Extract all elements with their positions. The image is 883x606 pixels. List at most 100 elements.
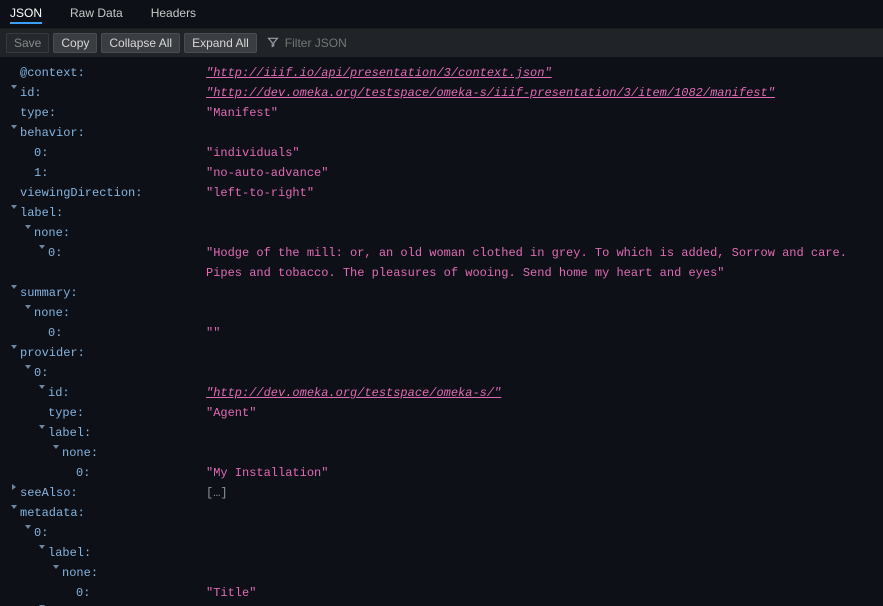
- json-row[interactable]: 0:"Title": [8, 583, 875, 603]
- expand-all-button[interactable]: Expand All: [184, 33, 257, 53]
- json-row[interactable]: 0:"": [8, 323, 875, 343]
- json-key: 1: [34, 163, 41, 183]
- json-row[interactable]: @context: "http://iiif.io/api/presentatio…: [8, 63, 875, 83]
- json-row[interactable]: provider:: [8, 343, 875, 363]
- json-row[interactable]: id: "http://dev.omeka.org/testspace/omeka…: [8, 383, 875, 403]
- json-value: "Hodge of the mill: or, an old woman clo…: [206, 243, 875, 283]
- json-value: "": [206, 323, 875, 343]
- chevron-down-icon[interactable]: [8, 203, 20, 211]
- collapse-all-button[interactable]: Collapse All: [101, 33, 180, 53]
- json-sep: :: [78, 63, 85, 83]
- json-sep: :: [77, 403, 84, 423]
- json-sep: :: [70, 483, 77, 503]
- filter-input[interactable]: [283, 35, 423, 51]
- json-row[interactable]: viewingDirection:"left-to-right": [8, 183, 875, 203]
- json-key: behavior: [20, 123, 78, 143]
- json-sep: :: [70, 283, 77, 303]
- json-row[interactable]: label:: [8, 543, 875, 563]
- json-sep: :: [78, 503, 85, 523]
- chevron-down-icon[interactable]: [50, 443, 62, 451]
- chevron-down-icon[interactable]: [50, 563, 62, 571]
- chevron-down-icon[interactable]: [8, 123, 20, 131]
- json-key: none: [34, 223, 63, 243]
- json-key: label: [20, 203, 56, 223]
- toolbar: Save Copy Collapse All Expand All: [0, 29, 883, 57]
- json-row[interactable]: behavior:: [8, 123, 875, 143]
- json-row[interactable]: 0: "Hodge of the mill: or, an old woman c…: [8, 243, 875, 283]
- json-key: label: [48, 543, 84, 563]
- json-row[interactable]: type:"Manifest": [8, 103, 875, 123]
- json-value: "My Installation": [206, 463, 875, 483]
- json-sep: :: [41, 363, 48, 383]
- json-sep: :: [55, 243, 62, 263]
- tab-json[interactable]: JSON: [10, 4, 42, 24]
- json-value: "http://iiif.io/api/presentation/3/conte…: [206, 63, 875, 83]
- json-row[interactable]: none:: [8, 303, 875, 323]
- json-key: viewingDirection: [20, 183, 135, 203]
- chevron-down-icon[interactable]: [22, 523, 34, 531]
- json-sep: :: [49, 103, 56, 123]
- chevron-down-icon[interactable]: [36, 543, 48, 551]
- json-key: metadata: [20, 503, 78, 523]
- json-row[interactable]: none:: [8, 563, 875, 583]
- json-key: type: [48, 403, 77, 423]
- json-row[interactable]: 0:"individuals": [8, 143, 875, 163]
- chevron-down-icon[interactable]: [22, 363, 34, 371]
- json-key: summary: [20, 283, 70, 303]
- json-sep: :: [55, 323, 62, 343]
- json-sep: :: [84, 543, 91, 563]
- copy-button[interactable]: Copy: [53, 33, 97, 53]
- json-sep: :: [41, 523, 48, 543]
- json-sep: :: [83, 583, 90, 603]
- json-row[interactable]: 0:: [8, 363, 875, 383]
- json-key: 0: [48, 243, 55, 263]
- json-row[interactable]: type:"Agent": [8, 403, 875, 423]
- chevron-down-icon[interactable]: [22, 303, 34, 311]
- json-value: […]: [206, 483, 875, 503]
- json-sep: :: [63, 223, 70, 243]
- json-row[interactable]: 1:"no-auto-advance": [8, 163, 875, 183]
- json-row[interactable]: 0:"My Installation": [8, 463, 875, 483]
- tab-headers[interactable]: Headers: [151, 4, 196, 24]
- json-sep: :: [34, 83, 41, 103]
- json-row[interactable]: summary:: [8, 283, 875, 303]
- json-key: @context: [20, 63, 78, 83]
- chevron-down-icon[interactable]: [36, 243, 48, 251]
- save-button[interactable]: Save: [6, 33, 49, 53]
- json-value: "Manifest": [206, 103, 875, 123]
- tab-raw-data[interactable]: Raw Data: [70, 4, 123, 24]
- json-row[interactable]: metadata:: [8, 503, 875, 523]
- json-key: none: [34, 303, 63, 323]
- json-sep: :: [62, 383, 69, 403]
- json-row[interactable]: 0:: [8, 523, 875, 543]
- json-row[interactable]: label:: [8, 203, 875, 223]
- json-row[interactable]: seeAlso: […]: [8, 483, 875, 503]
- filter-icon: [267, 36, 279, 51]
- json-key: 0: [34, 143, 41, 163]
- json-row[interactable]: none:: [8, 443, 875, 463]
- chevron-right-icon[interactable]: [8, 483, 20, 491]
- chevron-down-icon[interactable]: [36, 383, 48, 391]
- json-row[interactable]: label:: [8, 423, 875, 443]
- json-sep: :: [84, 423, 91, 443]
- filter-json[interactable]: [267, 35, 423, 51]
- json-key: 0: [34, 363, 41, 383]
- chevron-down-icon[interactable]: [8, 283, 20, 291]
- json-sep: :: [78, 123, 85, 143]
- json-key: seeAlso: [20, 483, 70, 503]
- json-key: id: [48, 383, 62, 403]
- chevron-down-icon[interactable]: [22, 223, 34, 231]
- json-key: 0: [76, 583, 83, 603]
- chevron-down-icon[interactable]: [36, 423, 48, 431]
- chevron-down-icon[interactable]: [8, 83, 20, 91]
- json-value: "left-to-right": [206, 183, 875, 203]
- json-row[interactable]: id:"http://dev.omeka.org/testspace/omeka…: [8, 83, 875, 103]
- json-tree: @context: "http://iiif.io/api/presentatio…: [0, 57, 883, 606]
- json-key: 0: [34, 523, 41, 543]
- json-value: "http://dev.omeka.org/testspace/omeka-s/…: [206, 383, 875, 403]
- chevron-down-icon[interactable]: [8, 503, 20, 511]
- json-sep: :: [56, 203, 63, 223]
- json-key: provider: [20, 343, 78, 363]
- chevron-down-icon[interactable]: [8, 343, 20, 351]
- json-row[interactable]: none:: [8, 223, 875, 243]
